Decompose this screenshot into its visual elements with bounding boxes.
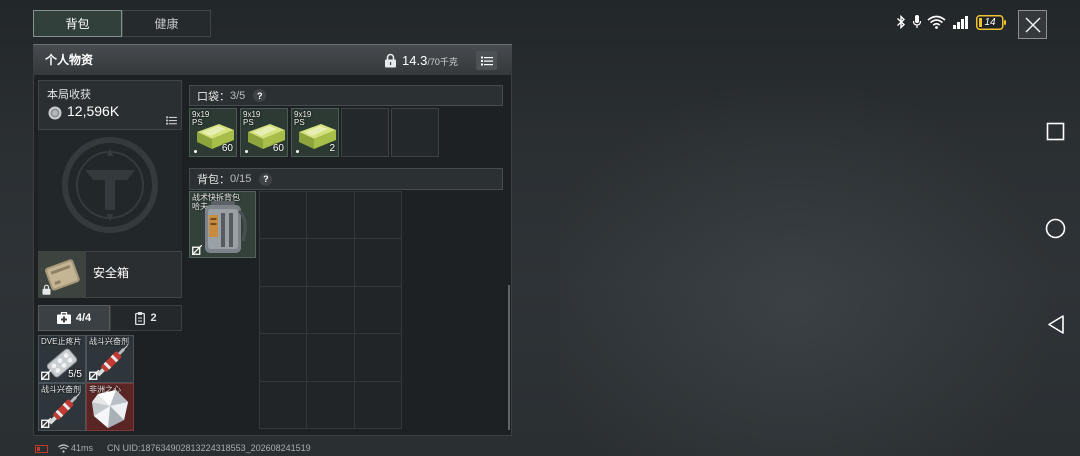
backpack-slot[interactable] — [307, 192, 355, 240]
tab-health[interactable]: 健康 — [122, 10, 211, 37]
safe-tab-items-count: 2 — [150, 312, 157, 324]
backpack-slot[interactable] — [354, 192, 402, 240]
backpack-slot[interactable] — [354, 334, 402, 382]
safe-item-painkiller[interactable]: DVE止疼片 5/5 — [38, 335, 86, 383]
pocket-header: 口袋： 3/5 ? — [189, 85, 503, 106]
pocket-slot-empty[interactable] — [341, 108, 389, 157]
safe-box-label: 安全箱 — [93, 266, 130, 280]
backpack-slot[interactable] — [260, 192, 308, 240]
backpack-slot[interactable] — [260, 381, 308, 429]
ammo-count: 2 — [329, 143, 335, 154]
lock-icon — [385, 53, 396, 68]
wifi-icon — [927, 15, 946, 29]
backpack-slot[interactable] — [307, 286, 355, 335]
safe-tab-medical-count: 4/4 — [75, 312, 92, 324]
back-icon[interactable] — [1046, 314, 1066, 335]
pocket-help-button[interactable]: ? — [253, 89, 267, 102]
weight-current: 14.3 — [402, 53, 428, 68]
device-indicator-icon — [35, 445, 48, 453]
quick-use-dot — [194, 150, 197, 153]
no-drop-icon — [41, 418, 51, 428]
equipped-backpack[interactable]: 战术快拆背包 哈夫 — [189, 191, 256, 258]
backpack-help-button[interactable]: ? — [259, 172, 273, 186]
recent-apps-icon[interactable] — [1046, 122, 1065, 141]
clipboard-icon — [135, 311, 146, 325]
user-uid: CN UID:187634902813224318553_20260824151… — [107, 443, 311, 453]
earnings-list-icon[interactable] — [166, 116, 177, 125]
ping-readout: 41ms — [71, 443, 94, 453]
backpack-count: 0/15 — [230, 173, 252, 185]
tab-backpack-label: 背包 — [65, 17, 90, 31]
coin-icon — [48, 106, 62, 120]
quick-use-dot — [296, 150, 299, 153]
pocket-slot[interactable]: 9x19 PS 60 — [240, 108, 288, 157]
list-icon — [480, 56, 493, 65]
backpack-slot[interactable] — [354, 239, 402, 287]
no-drop-icon — [41, 370, 51, 380]
safe-tab-medical[interactable]: 4/4 — [38, 305, 110, 331]
backpack-slot[interactable] — [260, 286, 308, 335]
inventory-scrollbar[interactable] — [508, 285, 510, 430]
pocket-count: 3/5 — [230, 89, 246, 102]
backpack-slot[interactable] — [354, 381, 402, 429]
backpack-label: 背包： — [197, 174, 230, 186]
home-icon[interactable] — [1045, 218, 1066, 239]
no-drop-icon — [192, 245, 202, 255]
quick-use-dot — [245, 150, 248, 153]
mic-icon — [912, 15, 922, 28]
pocket-label: 口袋： — [197, 90, 230, 103]
carry-weight: 14.3/70千克 — [402, 52, 458, 69]
personal-inventory-panel: 个人物资 14.3/70千克 本局收获 12,596K 安全箱 4/4 2 DV… — [33, 44, 512, 436]
backpack-slot[interactable] — [260, 239, 308, 287]
bluetooth-icon — [897, 15, 906, 29]
earnings-value: 12,596K — [67, 103, 120, 119]
close-icon — [1024, 16, 1041, 33]
scene-background-glow — [560, 60, 1080, 456]
backpack-header: 背包： 0/15 ? — [189, 168, 503, 190]
safe-item-stimulant[interactable]: 战斗兴奋剂 — [86, 335, 134, 383]
safe-item-diamond[interactable]: 非洲之心 — [86, 383, 134, 431]
safe-tab-items[interactable]: 2 — [110, 305, 182, 331]
safe-item-stimulant[interactable]: 战斗兴奋剂 — [38, 383, 86, 431]
backpack-slot[interactable] — [354, 286, 402, 335]
weight-max: /70千克 — [427, 57, 458, 67]
safe-box-slot[interactable]: 安全箱 — [38, 251, 182, 298]
backpack-slot[interactable] — [307, 381, 355, 429]
battery-level: 14 — [984, 17, 996, 28]
backpack-slot[interactable] — [307, 334, 355, 382]
pocket-slot[interactable]: 9x19 PS 60 — [189, 108, 237, 157]
panel-title: 个人物资 — [45, 53, 94, 67]
safe-box-image — [38, 251, 86, 298]
backpack-grid — [259, 191, 402, 429]
faction-emblem-icon — [62, 137, 158, 233]
item-count: 5/5 — [68, 369, 82, 380]
pocket-slot-empty[interactable] — [391, 108, 439, 157]
tab-backpack[interactable]: 背包 — [33, 10, 122, 37]
close-button[interactable] — [1018, 10, 1047, 39]
ammo-count: 60 — [272, 143, 284, 154]
ammo-count: 60 — [221, 143, 233, 154]
pocket-slot[interactable]: 9x19 PS 2 — [291, 108, 339, 157]
backpack-slot[interactable] — [260, 334, 308, 382]
panel-menu-button[interactable] — [476, 51, 497, 70]
signal-icon — [953, 16, 968, 29]
tab-health-label: 健康 — [154, 17, 179, 31]
locked-icon — [42, 284, 51, 295]
medkit-icon — [56, 312, 71, 324]
panel-header: 个人物资 14.3/70千克 — [33, 44, 512, 75]
no-drop-icon — [89, 370, 99, 380]
network-icon — [58, 444, 69, 453]
diamond-icon — [92, 390, 128, 428]
backpack-slot[interactable] — [307, 239, 355, 287]
round-earnings: 本局收获 12,596K — [38, 80, 182, 130]
earnings-label: 本局收获 — [47, 89, 91, 101]
